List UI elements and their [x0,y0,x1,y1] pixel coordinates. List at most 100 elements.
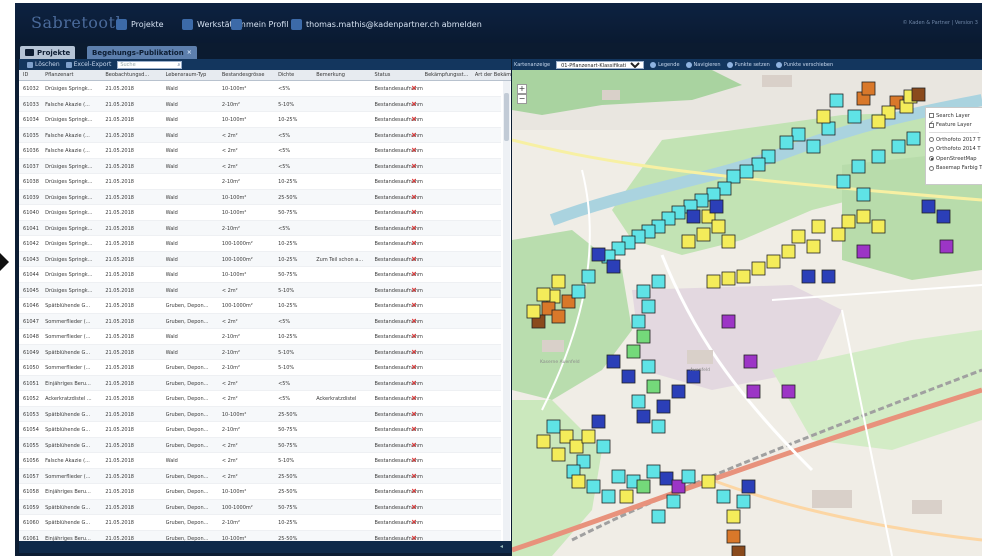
table-row[interactable]: 61045 Drüsiges Springk... 21.05.2018 Wald < … [19,282,501,298]
version-info[interactable]: © Kaden & Partner | Version 3 [902,20,978,26]
observation-marker-cyan[interactable] [651,274,666,289]
grid-scrollbar-thumb[interactable] [504,93,509,141]
table-row[interactable]: 61037 Drüsiges Springk... 21.05.2018 Wald < … [19,158,501,174]
observation-marker-cyan[interactable] [736,494,751,509]
observation-marker-blue[interactable] [606,259,621,274]
observation-marker-yellow[interactable] [619,489,634,504]
table-row[interactable]: 61057 Sommerflieder (... 21.05.2018 Gruben,… [19,468,501,484]
observation-marker-yellow[interactable] [871,219,886,234]
observation-marker-cyan[interactable] [631,394,646,409]
layer-option[interactable]: Orthofoto 2014 T [929,145,981,155]
table-row[interactable]: 61033 Falsche Akazie (... 21.05.2018 Wald 2-… [19,96,501,112]
nav-projekte[interactable]: Projekte [116,17,164,31]
observation-marker-yellow[interactable] [721,271,736,286]
search-icon[interactable]: ⌕ [178,62,181,68]
observation-marker-cyan[interactable] [586,479,601,494]
navigate-button[interactable]: Navigieren [685,61,721,68]
observation-marker-yellow[interactable] [806,239,821,254]
layer-checkbox[interactable] [929,120,934,128]
layer-radio[interactable] [929,146,934,152]
observation-marker-yellow[interactable] [536,287,551,302]
search-input[interactable]: Suche ⌕ [117,60,183,69]
table-row[interactable]: 61049 Spätblühende G... 21.05.2018 Wald 2-10… [19,344,501,360]
observation-marker-yellow[interactable] [706,274,721,289]
observation-marker-purple[interactable] [746,384,761,399]
column-header[interactable]: ID [23,72,43,78]
observation-marker-yellow[interactable] [856,209,871,224]
observation-marker-cyan[interactable] [641,359,656,374]
observation-marker-yellow[interactable] [581,429,596,444]
observation-marker-brown[interactable] [911,87,926,102]
observation-marker-cyan[interactable] [601,489,616,504]
column-header[interactable]: Lebensraum-Typ [166,72,220,78]
observation-marker-yellow[interactable] [766,254,781,269]
observation-marker-yellow[interactable] [751,261,766,276]
observation-marker-blue[interactable] [709,199,724,214]
observation-marker-blue[interactable] [801,269,816,284]
observation-marker-blue[interactable] [659,471,674,486]
table-row[interactable]: 61046 Spätblühende G... 21.05.2018 Gruben, … [19,298,501,314]
observation-marker-cyan[interactable] [631,314,646,329]
layer-radio[interactable] [929,137,934,143]
layer-option[interactable]: Orthofoto 2017 T [929,135,981,145]
observation-marker-purple[interactable] [856,244,871,259]
observation-marker-cyan[interactable] [571,284,586,299]
observation-marker-purple[interactable] [939,239,954,254]
column-header[interactable]: Bestandesgrösse [222,72,276,78]
observation-marker-cyan[interactable] [829,93,844,108]
zoom-in-button[interactable]: + [517,84,527,94]
layer-option[interactable]: OpenStreetMap [929,154,979,164]
observation-marker-cyan[interactable] [806,139,821,154]
excel-export-button[interactable]: Excel-Export [65,61,111,68]
column-header[interactable]: Pflanzenart [45,72,103,78]
observation-marker-purple[interactable] [721,314,736,329]
observation-marker-yellow[interactable] [726,509,741,524]
close-icon[interactable]: × [187,49,192,56]
observation-marker-cyan[interactable] [891,139,906,154]
observation-marker-cyan[interactable] [821,121,836,136]
observation-marker-blue[interactable] [741,479,756,494]
observation-marker-cyan[interactable] [651,419,666,434]
map-view[interactable]: Kaserne Auenfeld Auenfeld + − Search Lay… [512,70,982,556]
observation-marker-purple[interactable] [781,384,796,399]
observation-marker-blue[interactable] [921,199,936,214]
observation-marker-cyan[interactable] [646,464,661,479]
table-row[interactable]: 61036 Falsche Akazie (... 21.05.2018 Wald < … [19,143,501,159]
observation-marker-green[interactable] [626,344,641,359]
observation-marker-yellow[interactable] [536,434,551,449]
table-row[interactable]: 61039 Drüsiges Springk... 21.05.2018 Wald 10… [19,189,501,205]
observation-marker-yellow[interactable] [711,219,726,234]
observation-marker-yellow[interactable] [781,244,796,259]
observation-marker-yellow[interactable] [791,229,806,244]
observation-marker-cyan[interactable] [871,149,886,164]
observation-marker-yellow[interactable] [831,227,846,242]
legend-button[interactable]: Legende [650,61,680,68]
observation-marker-green[interactable] [636,479,651,494]
table-row[interactable]: 61034 Drüsiges Springk... 21.05.2018 Wald 10… [19,112,501,128]
basemap[interactable] [512,70,982,556]
tab-begehungs-publikation[interactable]: Begehungs-Publikation × [87,46,197,59]
observation-marker-blue[interactable] [671,384,686,399]
observation-marker-yellow[interactable] [551,447,566,462]
table-row[interactable]: 61052 Ackerkratzdistel ... 21.05.2018 Grube… [19,391,501,407]
column-header[interactable]: Dichte [278,72,314,78]
table-row[interactable]: 61041 Drüsiges Springk... 21.05.2018 Wald 2-… [19,220,501,236]
observation-marker-yellow[interactable] [871,114,886,129]
observation-marker-cyan[interactable] [836,174,851,189]
table-row[interactable]: 61038 Drüsiges Springk... 21.05.2018 2-10m²… [19,174,501,190]
observation-marker-cyan[interactable] [651,509,666,524]
table-row[interactable]: 61042 Drüsiges Springk... 21.05.2018 Wald 10… [19,236,501,252]
table-row[interactable]: 61032 Drüsiges Springk... 21.05.2018 Wald 10… [19,81,501,97]
observation-marker-brown[interactable] [731,545,746,556]
table-row[interactable]: 61051 Einjähriges Beru... 21.05.2018 Gruben… [19,375,501,391]
observation-marker-blue[interactable] [621,369,636,384]
table-row[interactable]: 61060 Spätblühende G... 21.05.2018 Gruben, … [19,515,501,531]
observation-marker-cyan[interactable] [751,157,766,172]
grid-scrollbar[interactable] [503,81,510,541]
observation-marker-cyan[interactable] [581,269,596,284]
delete-button[interactable]: Löschen [27,61,60,68]
zoom-out-button[interactable]: − [517,94,527,104]
observation-marker-cyan[interactable] [791,127,806,142]
observation-marker-cyan[interactable] [779,135,794,150]
classification-select[interactable]: 01-Pflanzenart-Klassifikati [556,60,645,69]
